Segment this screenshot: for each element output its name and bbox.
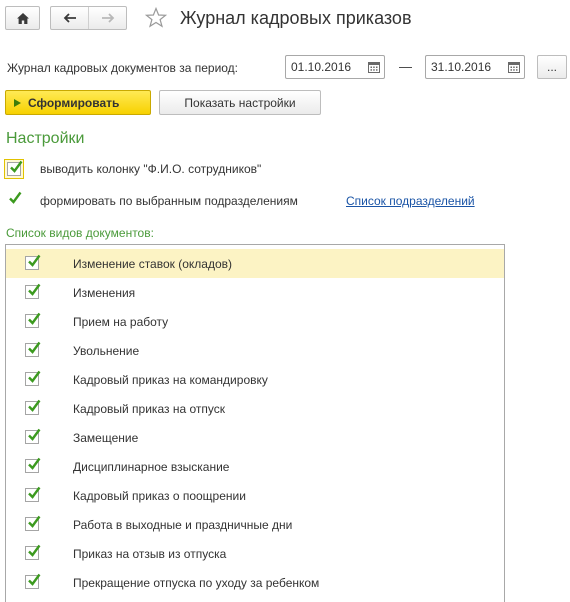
item-checkbox[interactable] bbox=[25, 283, 41, 299]
back-button[interactable] bbox=[51, 7, 88, 29]
list-item[interactable]: Увольнение bbox=[6, 336, 504, 365]
list-item[interactable]: Работа в выходные и праздничные дни bbox=[6, 510, 504, 539]
show-settings-button[interactable]: Показать настройки bbox=[159, 90, 321, 115]
list-item[interactable]: Кадровый приказ на командировку bbox=[6, 365, 504, 394]
item-label: Кадровый приказ на командировку bbox=[73, 373, 268, 387]
checkmark-icon bbox=[28, 457, 41, 470]
item-label: Изменение ставок (окладов) bbox=[73, 257, 232, 271]
list-item[interactable]: Приказ на отзыв из отпуска bbox=[6, 539, 504, 568]
generate-button-label: Сформировать bbox=[28, 95, 120, 110]
item-label: Дисциплинарное взыскание bbox=[73, 460, 230, 474]
item-checkbox[interactable] bbox=[25, 515, 41, 531]
date-from-field[interactable]: 01.10.2016 bbox=[285, 55, 385, 79]
play-icon bbox=[14, 98, 21, 107]
item-checkbox[interactable] bbox=[25, 399, 41, 415]
checkmark-icon bbox=[10, 160, 23, 173]
item-checkbox[interactable] bbox=[25, 486, 41, 502]
list-item[interactable]: Дисциплинарное взыскание bbox=[6, 452, 504, 481]
checkmark-icon bbox=[28, 283, 41, 296]
list-item[interactable]: Кадровый приказ о поощрении bbox=[6, 481, 504, 510]
checkmark-icon bbox=[28, 370, 41, 383]
arrow-right-icon bbox=[101, 13, 114, 23]
list-item[interactable]: Замещение bbox=[6, 423, 504, 452]
item-label: Прием на работу bbox=[73, 315, 169, 329]
item-label: Кадровый приказ о поощрении bbox=[73, 489, 246, 503]
item-checkbox[interactable] bbox=[25, 457, 41, 473]
show-fio-column-label: выводить колонку "Ф.И.О. сотрудников" bbox=[40, 162, 262, 176]
item-label: Изменения bbox=[73, 286, 136, 300]
item-checkbox[interactable] bbox=[25, 573, 41, 589]
item-checkbox[interactable] bbox=[25, 254, 41, 270]
item-checkbox[interactable] bbox=[25, 312, 41, 328]
checkmark-icon bbox=[28, 486, 41, 499]
doc-types-caption: Список видов документов: bbox=[6, 226, 154, 240]
checkmark-icon bbox=[28, 399, 41, 412]
list-item[interactable]: Изменение ставок (окладов) bbox=[6, 249, 504, 278]
settings-title: Настройки bbox=[6, 130, 85, 147]
list-item[interactable]: Прием на работу bbox=[6, 307, 504, 336]
calendar-icon[interactable] bbox=[364, 56, 384, 78]
home-button[interactable] bbox=[5, 6, 40, 30]
item-label: Прекращение отпуска по уходу за ребенком bbox=[73, 576, 320, 590]
item-label: Работа в выходные и праздничные дни bbox=[73, 518, 293, 532]
checkmark-icon bbox=[28, 312, 41, 325]
item-label: Кадровый приказ на отпуск bbox=[73, 402, 225, 416]
checkmark-icon bbox=[28, 341, 41, 354]
item-checkbox[interactable] bbox=[25, 341, 41, 357]
home-icon bbox=[16, 12, 29, 24]
checkmark-icon bbox=[28, 515, 41, 528]
period-label: Журнал кадровых документов за период: bbox=[7, 61, 239, 75]
period-separator: — bbox=[399, 59, 412, 74]
checkmark-icon bbox=[28, 573, 41, 586]
by-departments-checkbox[interactable] bbox=[7, 191, 22, 208]
date-to-value: 31.10.2016 bbox=[431, 60, 492, 74]
show-fio-column-checkbox[interactable] bbox=[7, 160, 23, 176]
checkmark-icon bbox=[9, 191, 22, 204]
item-checkbox[interactable] bbox=[25, 428, 41, 444]
date-to-field[interactable]: 31.10.2016 bbox=[425, 55, 525, 79]
item-checkbox[interactable] bbox=[25, 544, 41, 560]
favorite-star-icon[interactable] bbox=[144, 6, 168, 31]
calendar-icon[interactable] bbox=[504, 56, 524, 78]
page-title: Журнал кадровых приказов bbox=[180, 8, 412, 28]
checkmark-icon bbox=[28, 428, 41, 441]
arrow-left-icon bbox=[63, 13, 76, 23]
forward-button[interactable] bbox=[88, 7, 126, 29]
period-select-button[interactable]: ... bbox=[537, 55, 567, 79]
date-from-value: 01.10.2016 bbox=[291, 60, 352, 74]
navigation-buttons bbox=[50, 6, 127, 30]
checkmark-icon bbox=[28, 544, 41, 557]
item-checkbox[interactable] bbox=[25, 370, 41, 386]
list-item[interactable]: Кадровый приказ на отпуск bbox=[6, 394, 504, 423]
list-item[interactable]: Прекращение отпуска по уходу за ребенком bbox=[6, 568, 504, 597]
checkmark-icon bbox=[28, 254, 41, 267]
item-label: Замещение bbox=[73, 431, 139, 445]
by-departments-label: формировать по выбранным подразделениям bbox=[40, 194, 298, 208]
list-item[interactable]: Изменения bbox=[6, 278, 504, 307]
doc-types-list: Изменение ставок (окладов) Изменения При… bbox=[5, 244, 505, 602]
item-label: Приказ на отзыв из отпуска bbox=[73, 547, 227, 561]
item-label: Увольнение bbox=[73, 344, 140, 358]
departments-list-link[interactable]: Список подразделений bbox=[346, 194, 475, 208]
generate-button[interactable]: Сформировать bbox=[5, 90, 151, 115]
